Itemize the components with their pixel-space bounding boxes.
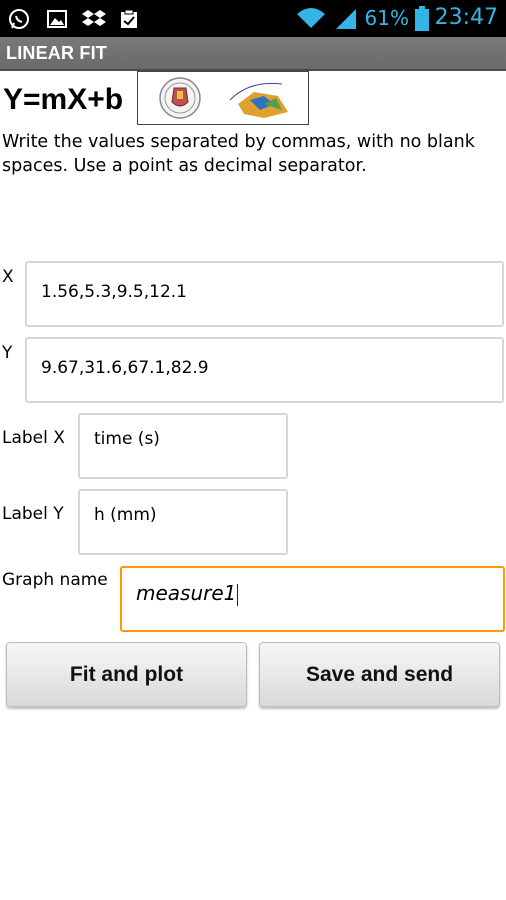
graph-name-value: measure1 [136, 581, 237, 605]
formula-heading: Y=mX+b [3, 83, 124, 116]
battery-percent: 61% [364, 6, 409, 30]
battery-icon [414, 6, 430, 36]
dropbox-icon [82, 8, 106, 34]
map-graph-logo [224, 74, 298, 126]
save-and-send-button[interactable]: Save and send [259, 642, 500, 707]
fit-and-plot-button[interactable]: Fit and plot [6, 642, 247, 707]
image-icon [46, 8, 68, 34]
label-x-input[interactable]: time (s) [78, 413, 288, 479]
signal-icon [334, 7, 358, 33]
graph-name-label: Graph name [2, 570, 108, 590]
y-label: Y [2, 343, 13, 363]
x-values-input[interactable]: 1.56,5.3,9.5,12.1 [25, 261, 504, 327]
app-title: LINEAR FIT [6, 43, 107, 63]
label-y-input[interactable]: h (mm) [78, 489, 288, 555]
y-values-input[interactable]: 9.67,31.6,67.1,82.9 [25, 337, 504, 403]
label-y-label: Label Y [2, 504, 64, 524]
logos-box [137, 71, 309, 125]
instructions-text: Write the values separated by commas, wi… [2, 132, 475, 176]
graph-name-input[interactable]: measure1 [120, 566, 505, 632]
text-caret [237, 583, 239, 606]
whatsapp-icon [8, 8, 30, 34]
clock: 23:47 [434, 5, 498, 30]
status-bar: 61% 23:47 [0, 0, 506, 37]
university-seal-logo [158, 76, 202, 124]
title-bar: LINEAR FIT [0, 37, 506, 71]
wifi-icon [296, 6, 326, 34]
label-x-label: Label X [2, 428, 65, 448]
x-label: X [2, 267, 14, 287]
clipboard-check-icon [118, 8, 140, 34]
